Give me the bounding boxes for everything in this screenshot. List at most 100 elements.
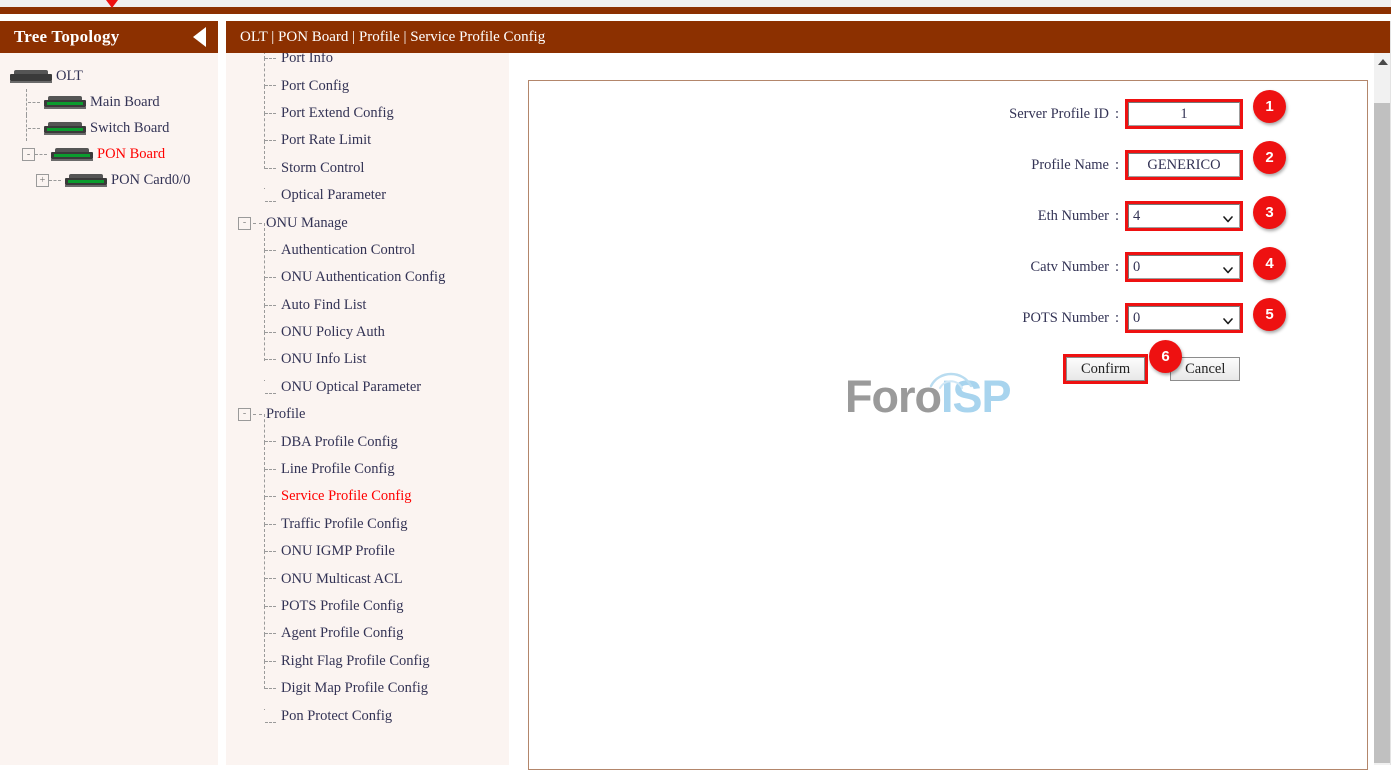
tree-connector — [264, 675, 278, 702]
menu-item-label: Authentication Control — [278, 242, 415, 259]
tree-connector — [264, 53, 278, 72]
menu-item-onu-optical-parameter[interactable]: ONU Optical Parameter — [226, 374, 491, 401]
menu-item-label: Storm Control — [278, 160, 364, 177]
device-board-icon — [51, 148, 93, 161]
sidebar-title: Tree Topology — [14, 27, 119, 47]
tree-topology-sidebar: Tree Topology OLT Main Board — [0, 21, 218, 765]
menu-item-optical-parameter[interactable]: Optical Parameter — [226, 182, 491, 209]
select-pots-number[interactable]: 0 — [1128, 306, 1240, 330]
tree-connector — [264, 380, 278, 394]
tree-connector — [264, 292, 278, 319]
menu-item-onu-authentication-config[interactable]: ONU Authentication Config — [226, 264, 491, 291]
menu-item-pots-profile-config[interactable]: POTS Profile Config — [226, 593, 491, 620]
menu-item-pon-protect-config[interactable]: Pon Protect Config — [226, 702, 491, 729]
input-server-profile-id[interactable] — [1128, 102, 1240, 126]
menu-group-toggle[interactable]: - — [238, 217, 251, 230]
tree-node-switch-board[interactable]: Switch Board — [8, 115, 218, 141]
menu-item-onu-igmp-profile[interactable]: ONU IGMP Profile — [226, 538, 491, 565]
top-accent-bar — [0, 7, 1391, 14]
menu-item-label: ONU Policy Auth — [278, 324, 385, 341]
menu-item-dba-profile-config[interactable]: DBA Profile Config — [226, 428, 491, 455]
chevron-down-icon[interactable] — [1223, 214, 1232, 223]
field-colon: : — [1115, 106, 1125, 123]
chevron-down-icon[interactable] — [1223, 265, 1232, 274]
annotation-badge-4: 4 — [1253, 247, 1286, 280]
breadcrumb-text: OLT | PON Board | Profile | Service Prof… — [240, 29, 545, 46]
tree-node-label: OLT — [54, 68, 83, 85]
tree-connector — [253, 223, 262, 224]
tree-connector — [264, 319, 278, 346]
highlight-box: 4 — [1125, 201, 1243, 231]
input-profile-name[interactable] — [1128, 153, 1240, 177]
select-value: 4 — [1133, 205, 1140, 227]
menu-item-onu-multicast-acl[interactable]: ONU Multicast ACL — [226, 565, 491, 592]
menu-item-agent-profile-config[interactable]: Agent Profile Config — [226, 620, 491, 647]
menu-item-storm-control[interactable]: Storm Control — [226, 155, 491, 182]
triangle-up-icon[interactable] — [1378, 59, 1388, 65]
tree-connector — [264, 511, 278, 538]
select-value: 0 — [1133, 256, 1140, 278]
menu-item-port-extend-config[interactable]: Port Extend Config — [226, 100, 491, 127]
select-eth-number[interactable]: 4 — [1128, 204, 1240, 228]
field-control-wrap: 05 — [1125, 303, 1243, 333]
content-panel: Server Profile ID:1Profile Name:2Eth Num… — [528, 80, 1368, 770]
foroisp-watermark: ForoISP — [845, 367, 1045, 427]
field-control-wrap: 43 — [1125, 201, 1243, 231]
device-board-icon — [65, 174, 107, 187]
menu-item-label: ONU Multicast ACL — [278, 571, 403, 588]
field-colon: : — [1115, 259, 1125, 276]
tree-connector — [264, 72, 278, 99]
tree-node-label: PON Board — [95, 146, 165, 163]
tree-node-pon-card[interactable]: + PON Card0/0 — [8, 167, 218, 193]
tree-connector — [264, 620, 278, 647]
menu-item-traffic-profile-config[interactable]: Traffic Profile Config — [226, 511, 491, 538]
menu-item-auto-find-list[interactable]: Auto Find List — [226, 292, 491, 319]
confirm-button[interactable]: Confirm — [1066, 357, 1145, 381]
field-control-wrap: 04 — [1125, 252, 1243, 282]
menu-scrollbar[interactable] — [1373, 53, 1391, 765]
menu-item-port-info[interactable]: Port Info — [226, 53, 491, 72]
menu-item-onu-policy-auth[interactable]: ONU Policy Auth — [226, 319, 491, 346]
tree-node-pon-board[interactable]: - PON Board — [8, 141, 218, 167]
menu-item-label: ONU Optical Parameter — [278, 379, 421, 396]
tree-node-label: PON Card0/0 — [109, 172, 190, 189]
menu-item-line-profile-config[interactable]: Line Profile Config — [226, 456, 491, 483]
select-catv-number[interactable]: 0 — [1128, 255, 1240, 279]
menu-item-right-flag-profile-config[interactable]: Right Flag Profile Config — [226, 648, 491, 675]
field-colon: : — [1115, 208, 1125, 225]
menu-item-profile[interactable]: -Profile — [226, 401, 491, 428]
navigation-menu: Port InfoPort Config Port Extend Config Po… — [226, 53, 509, 765]
form-row-server-profile-id: Server Profile ID:1 — [529, 99, 1367, 129]
navigation-menu-list: Port InfoPort Config Port Extend Config Po… — [226, 53, 491, 730]
menu-group-toggle[interactable]: - — [238, 408, 251, 421]
triangle-left-icon[interactable] — [193, 27, 206, 47]
menu-item-port-config[interactable]: Port Config — [226, 72, 491, 99]
menu-item-authentication-control[interactable]: Authentication Control — [226, 237, 491, 264]
device-board-icon — [10, 70, 52, 83]
scrollbar-thumb[interactable] — [1374, 103, 1391, 763]
form-row-catv-number: Catv Number:04 — [529, 252, 1367, 282]
highlight-box: Confirm — [1063, 354, 1148, 384]
highlight-box: 0 — [1125, 303, 1243, 333]
tree-connector — [264, 648, 278, 675]
tree-node-main-board[interactable]: Main Board — [8, 89, 218, 115]
wifi-arc-icon — [929, 368, 973, 390]
menu-item-digit-map-profile-config[interactable]: Digit Map Profile Config — [226, 675, 491, 702]
menu-item-service-profile-config[interactable]: Service Profile Config — [226, 483, 491, 510]
watermark-foro: Foro — [845, 371, 941, 422]
menu-item-port-rate-limit[interactable]: Port Rate Limit — [226, 127, 491, 154]
tree-expand-toggle[interactable]: + — [36, 174, 49, 187]
chevron-down-icon[interactable] — [1223, 316, 1232, 325]
menu-item-label: Digit Map Profile Config — [278, 680, 428, 697]
menu-item-onu-info-list[interactable]: ONU Info List — [226, 346, 491, 373]
tree-node-label: Switch Board — [88, 120, 169, 137]
tree-node-olt[interactable]: OLT — [8, 63, 218, 89]
tree-collapse-toggle[interactable]: - — [22, 148, 35, 161]
tree-connector — [264, 428, 278, 455]
menu-item-onu-manage[interactable]: -ONU Manage — [226, 209, 491, 236]
field-colon: : — [1115, 157, 1125, 174]
top-white-gap — [0, 14, 1391, 21]
topology-tree: OLT Main Board Switch Board - — [0, 53, 218, 193]
menu-item-label: Port Extend Config — [278, 105, 394, 122]
breadcrumb: OLT | PON Board | Profile | Service Prof… — [226, 21, 1391, 53]
